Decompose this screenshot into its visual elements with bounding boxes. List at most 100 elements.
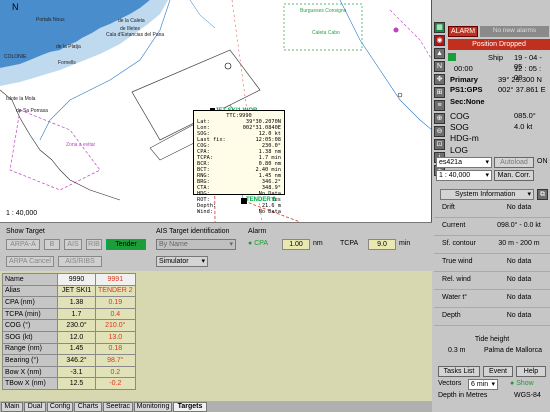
- primary-label: Primary: [450, 75, 478, 84]
- event-button[interactable]: Event: [483, 366, 513, 377]
- tcpa-input[interactable]: 9.0: [368, 239, 396, 250]
- window-icon[interactable]: ⧉: [537, 189, 548, 200]
- grid-icon[interactable]: ▦: [434, 22, 445, 33]
- row-label: TCPA (min): [2, 307, 58, 321]
- target-controls: Show Target ARPA-A B AIS RIB Tender ARPA…: [0, 222, 432, 270]
- row-label: Bearing (°): [2, 354, 58, 367]
- tab-monitoring[interactable]: Monitoring: [134, 402, 172, 412]
- sysinfo-row: Current 098.0° - 0.0 kt: [434, 218, 550, 236]
- ais-ident-title: AIS Target identification: [156, 228, 230, 235]
- row-label: SOG (kt): [2, 330, 58, 344]
- zoom-in-icon[interactable]: ⊕: [434, 113, 445, 124]
- ship-icon[interactable]: ▲: [434, 48, 445, 59]
- tender-button[interactable]: Tender: [106, 239, 146, 250]
- bottom-tabs: Main Dual Config Charts Seetrac Monitoring Tar…: [0, 401, 432, 412]
- table-row: CPA (nm) 1.38 0.19: [2, 296, 136, 309]
- pan-icon[interactable]: ✥: [434, 74, 445, 85]
- sysinfo-label: Rel. wind: [442, 276, 471, 283]
- table-header-target1[interactable]: 9990: [57, 273, 96, 286]
- tab-seetrac[interactable]: Seetrac: [103, 402, 133, 412]
- label-cala-estancias: Cala d'Estancias del Pana: [106, 32, 165, 38]
- north-up-icon[interactable]: N: [434, 61, 445, 72]
- layers-icon[interactable]: ≡: [434, 100, 445, 111]
- label-colonie: COLONIE: [4, 54, 27, 60]
- target2-value: 98.7°: [95, 354, 136, 367]
- label-burgueses: Burgueses Consigna: [300, 8, 347, 14]
- simulator-select[interactable]: Simulator: [156, 256, 208, 267]
- vectors-select[interactable]: 6 min: [468, 379, 498, 390]
- scale-select[interactable]: 1 : 40,000: [436, 170, 492, 181]
- ship-indicator-icon: [448, 53, 456, 61]
- sysinfo-value: No data: [506, 276, 532, 283]
- tab-dual[interactable]: Dual: [24, 402, 46, 412]
- by-name-select[interactable]: By Name: [156, 239, 236, 250]
- label-fornells: Fornells: [58, 60, 76, 66]
- show-vectors-toggle[interactable]: ● Show: [510, 380, 534, 387]
- cpa-input[interactable]: 1.00: [282, 239, 310, 250]
- tab-main[interactable]: Main: [1, 402, 23, 412]
- cog-value: 085.0°: [514, 111, 536, 120]
- alarm-button[interactable]: ALARM: [448, 26, 478, 37]
- ais-ribs-button[interactable]: AIS/RIBS: [58, 256, 102, 267]
- depth-units-label: Depth in Metres: [438, 392, 488, 399]
- arpa-cancel-button[interactable]: ARPA Cancel: [6, 256, 54, 267]
- track-info-key: Wind:: [197, 209, 213, 215]
- ais-button[interactable]: AIS: [64, 239, 82, 250]
- sysinfo-label: Current: [442, 222, 466, 229]
- label-zona-a-evitar: Zona a evitar: [66, 142, 96, 148]
- zoom-fit-icon[interactable]: ⊡: [434, 139, 445, 150]
- row-label: CPA (nm): [2, 296, 58, 309]
- autoload-on-label: ON: [537, 158, 548, 165]
- row-label: COG (°): [2, 319, 58, 332]
- autoload-button[interactable]: Autoload: [494, 157, 534, 168]
- zoom-out-icon[interactable]: ⊖: [434, 126, 445, 137]
- sysinfo-select[interactable]: System Information: [440, 189, 534, 200]
- show-target-title: Show Target: [6, 228, 45, 235]
- chart-icon[interactable]: ⊞: [434, 87, 445, 98]
- table-row: TBow X (nm) 12.5 -0.2: [2, 377, 136, 390]
- label-portals-nous: Portals Nous: [36, 17, 65, 23]
- tasks-list-button[interactable]: Tasks List: [438, 366, 480, 377]
- sysinfo-value: No data: [506, 258, 532, 265]
- arpa-a-button[interactable]: ARPA-A: [6, 239, 40, 250]
- help-button[interactable]: Help: [516, 366, 546, 377]
- target2-value: 0.19: [95, 296, 136, 309]
- position-dropped-alert[interactable]: Position Dropped: [448, 39, 550, 50]
- sysinfo-row: True wind No data: [434, 254, 550, 272]
- track-info-row: Wind: No Data: [197, 209, 281, 215]
- tab-targets[interactable]: Targets: [173, 402, 207, 412]
- b-button[interactable]: B: [44, 239, 60, 250]
- target-table-area: Name 9990 9991 Alias JET SKI1 TENDER 2 CPA (nm…: [0, 271, 432, 401]
- row-label: Bow X (nm): [2, 365, 58, 379]
- label-caleta-cabo: Caleta Cabo: [312, 30, 340, 36]
- depth-contour-2: [339, 0, 431, 130]
- table-header-target2[interactable]: 9991: [95, 273, 136, 286]
- track-info-value: No Data: [258, 209, 281, 215]
- table-row: Range (nm) 1.45 0.18: [2, 342, 136, 356]
- tab-charts[interactable]: Charts: [74, 402, 102, 412]
- tab-config[interactable]: Config: [47, 402, 73, 412]
- target2-value: 210.0°: [95, 319, 136, 332]
- target2-value: 0.18: [95, 342, 136, 356]
- sog-value: 4.0 kt: [514, 122, 533, 131]
- man-corr-button[interactable]: Man. Corr.: [494, 170, 534, 181]
- sog-label: SOG: [450, 122, 469, 132]
- chart-view[interactable]: N Portals Nous de la Caleta de Illetes C…: [0, 0, 432, 222]
- target1-value: 346.2°: [57, 354, 96, 367]
- datum-label: WGS-84: [514, 392, 541, 399]
- row-label: TBow X (nm): [2, 377, 58, 390]
- radar-icon[interactable]: ◉: [434, 35, 445, 46]
- target-table: Name 9990 9991 Alias JET SKI1 TENDER 2 CPA (nm…: [2, 273, 136, 390]
- table-header-row: Name 9990 9991: [2, 273, 136, 286]
- sysinfo-label: Depth: [442, 312, 461, 319]
- cpa-toggle[interactable]: ● CPA: [248, 240, 268, 247]
- tcpa-label: TCPA: [340, 240, 359, 247]
- chart-select[interactable]: es421a: [436, 157, 492, 168]
- min-unit: min: [399, 240, 411, 247]
- tide-title: Tide height: [474, 336, 510, 343]
- rib-button[interactable]: RIB: [86, 239, 102, 250]
- table-row: Bow X (nm) -3.1 0.2: [2, 365, 136, 379]
- magenta-boundary: [389, 9, 431, 59]
- target2-value: 0.4: [95, 307, 136, 321]
- sysinfo-row: Water t° No data: [434, 290, 550, 308]
